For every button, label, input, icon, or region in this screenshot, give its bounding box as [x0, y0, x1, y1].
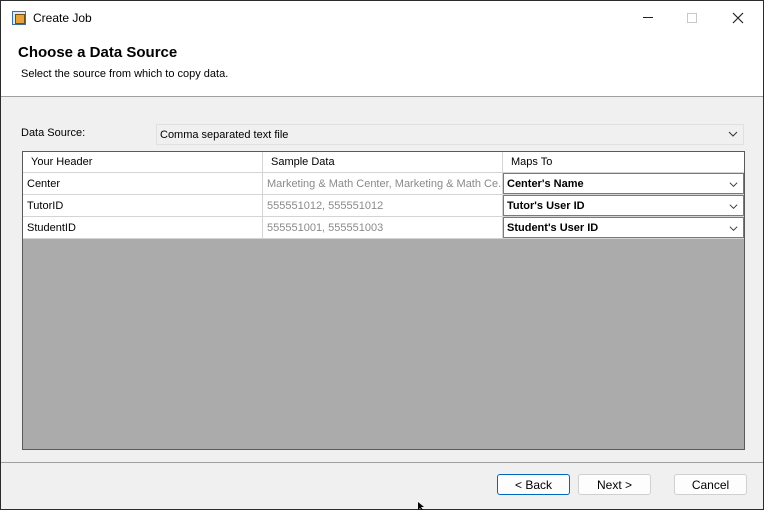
maps-to-value: Student's User ID — [507, 221, 599, 234]
cell-maps-to[interactable]: Student's User ID — [503, 217, 744, 239]
column-header-sample-data[interactable]: Sample Data — [263, 152, 503, 173]
app-icon — [12, 11, 26, 25]
maximize-button — [669, 1, 715, 34]
cell-your-header[interactable]: TutorID — [23, 195, 263, 217]
close-button[interactable] — [715, 1, 761, 34]
window-title: Create Job — [33, 11, 92, 25]
cell-maps-to[interactable]: Tutor's User ID — [503, 195, 744, 217]
table-row[interactable]: StudentID 555551001, 555551003 Student's… — [23, 217, 744, 239]
cell-sample-data: 555551001, 555551003 — [263, 217, 503, 239]
maps-to-select[interactable]: Center's Name — [503, 173, 744, 194]
maps-to-select[interactable]: Tutor's User ID — [503, 195, 744, 216]
wizard-header: Choose a Data Source Select the source f… — [1, 34, 763, 97]
data-source-select[interactable]: Comma separated text file — [156, 124, 744, 145]
next-button[interactable]: Next > — [578, 474, 651, 495]
cancel-button[interactable]: Cancel — [674, 474, 747, 495]
maps-to-select[interactable]: Student's User ID — [503, 217, 744, 238]
footer-divider — [1, 462, 763, 463]
close-icon — [732, 12, 744, 23]
grid-header-row: Your Header Sample Data Maps To — [23, 152, 744, 173]
page-subtitle: Select the source from which to copy dat… — [21, 68, 229, 80]
back-button[interactable]: < Back — [497, 474, 570, 495]
chevron-down-icon — [729, 182, 738, 187]
cell-your-header[interactable]: Center — [23, 173, 263, 195]
minimize-button[interactable] — [625, 1, 671, 34]
column-header-your-header[interactable]: Your Header — [23, 152, 263, 173]
chevron-down-icon — [729, 226, 738, 231]
mapping-grid: Your Header Sample Data Maps To Center M… — [22, 151, 745, 450]
maximize-icon — [687, 12, 697, 23]
dialog-window: Create Job Choose a Data Source Select t… — [0, 0, 764, 510]
maps-to-value: Center's Name — [507, 177, 584, 190]
table-row[interactable]: Center Marketing & Math Center, Marketin… — [23, 173, 744, 195]
chevron-down-icon — [728, 131, 738, 137]
minimize-icon — [643, 17, 653, 18]
title-bar[interactable]: Create Job — [1, 1, 763, 34]
cell-sample-data: 555551012, 555551012 — [263, 195, 503, 217]
maps-to-value: Tutor's User ID — [507, 199, 585, 212]
table-row[interactable]: TutorID 555551012, 555551012 Tutor's Use… — [23, 195, 744, 217]
page-title: Choose a Data Source — [18, 44, 178, 61]
cell-your-header[interactable]: StudentID — [23, 217, 263, 239]
mouse-cursor-icon — [418, 502, 424, 510]
cell-sample-data: Marketing & Math Center, Marketing & Mat… — [263, 173, 503, 195]
cell-maps-to[interactable]: Center's Name — [503, 173, 744, 195]
data-source-label: Data Source: — [21, 127, 86, 139]
data-source-value: Comma separated text file — [160, 129, 289, 141]
column-header-maps-to[interactable]: Maps To — [503, 152, 744, 173]
chevron-down-icon — [729, 204, 738, 209]
